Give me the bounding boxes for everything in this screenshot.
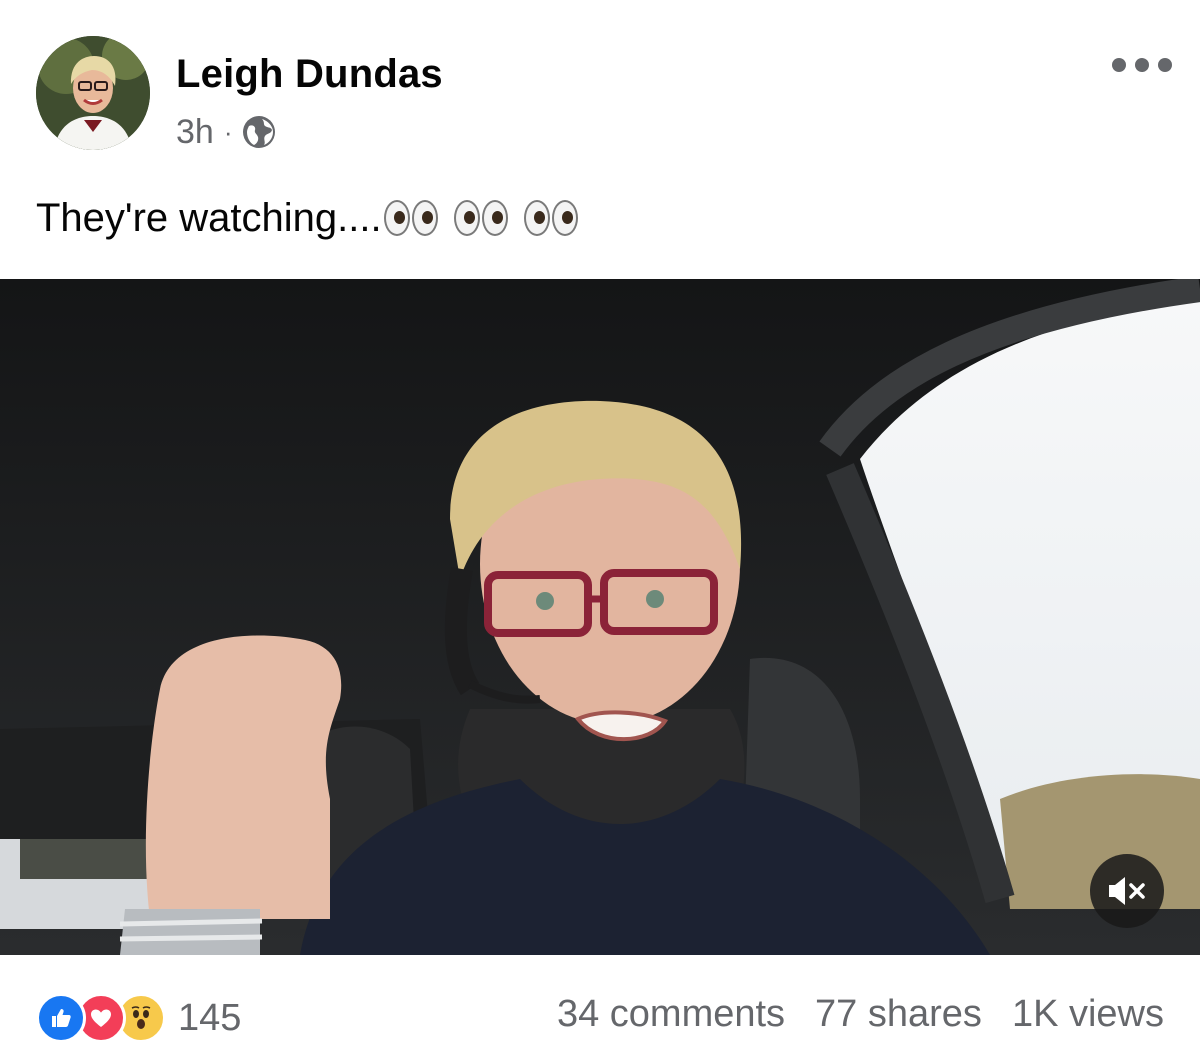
- shares-link[interactable]: 77 shares: [815, 993, 982, 1036]
- post-header: Leigh Dundas 3h ·: [0, 0, 1200, 170]
- globe-icon[interactable]: [241, 114, 277, 150]
- author-name[interactable]: Leigh Dundas: [176, 52, 443, 97]
- post-meta: 3h ·: [176, 110, 277, 154]
- avatar-photo: [36, 36, 150, 150]
- video-player[interactable]: [0, 279, 1200, 955]
- comments-link[interactable]: 34 comments: [557, 993, 785, 1036]
- post-text-line: They're watching....: [36, 192, 580, 244]
- mute-toggle-button[interactable]: [1090, 854, 1164, 928]
- meta-separator: ·: [223, 116, 233, 147]
- more-dot: [1135, 58, 1149, 72]
- post-time[interactable]: 3h: [176, 113, 214, 152]
- video-frame: [0, 279, 1200, 955]
- more-options-icon[interactable]: [1112, 48, 1172, 82]
- engagement-stats: 34 comments 77 shares 1K views: [527, 993, 1164, 1036]
- post-footer: 145 34 comments 77 shares 1K views: [0, 965, 1200, 1062]
- more-dot: [1158, 58, 1172, 72]
- speaker-muted-icon: [1109, 877, 1145, 905]
- views-count: 1K views: [1011, 993, 1164, 1035]
- post-text: They're watching....: [36, 196, 382, 240]
- eyes-emoji-group: [383, 200, 580, 236]
- author-avatar[interactable]: [36, 36, 150, 150]
- eyes-emoji: [453, 200, 510, 236]
- more-dot: [1112, 58, 1126, 72]
- reaction-summary[interactable]: 145: [36, 993, 241, 1043]
- reaction-count: 145: [178, 996, 242, 1039]
- like-icon: [36, 993, 86, 1043]
- eyes-emoji: [383, 200, 440, 236]
- eyes-emoji: [523, 200, 580, 236]
